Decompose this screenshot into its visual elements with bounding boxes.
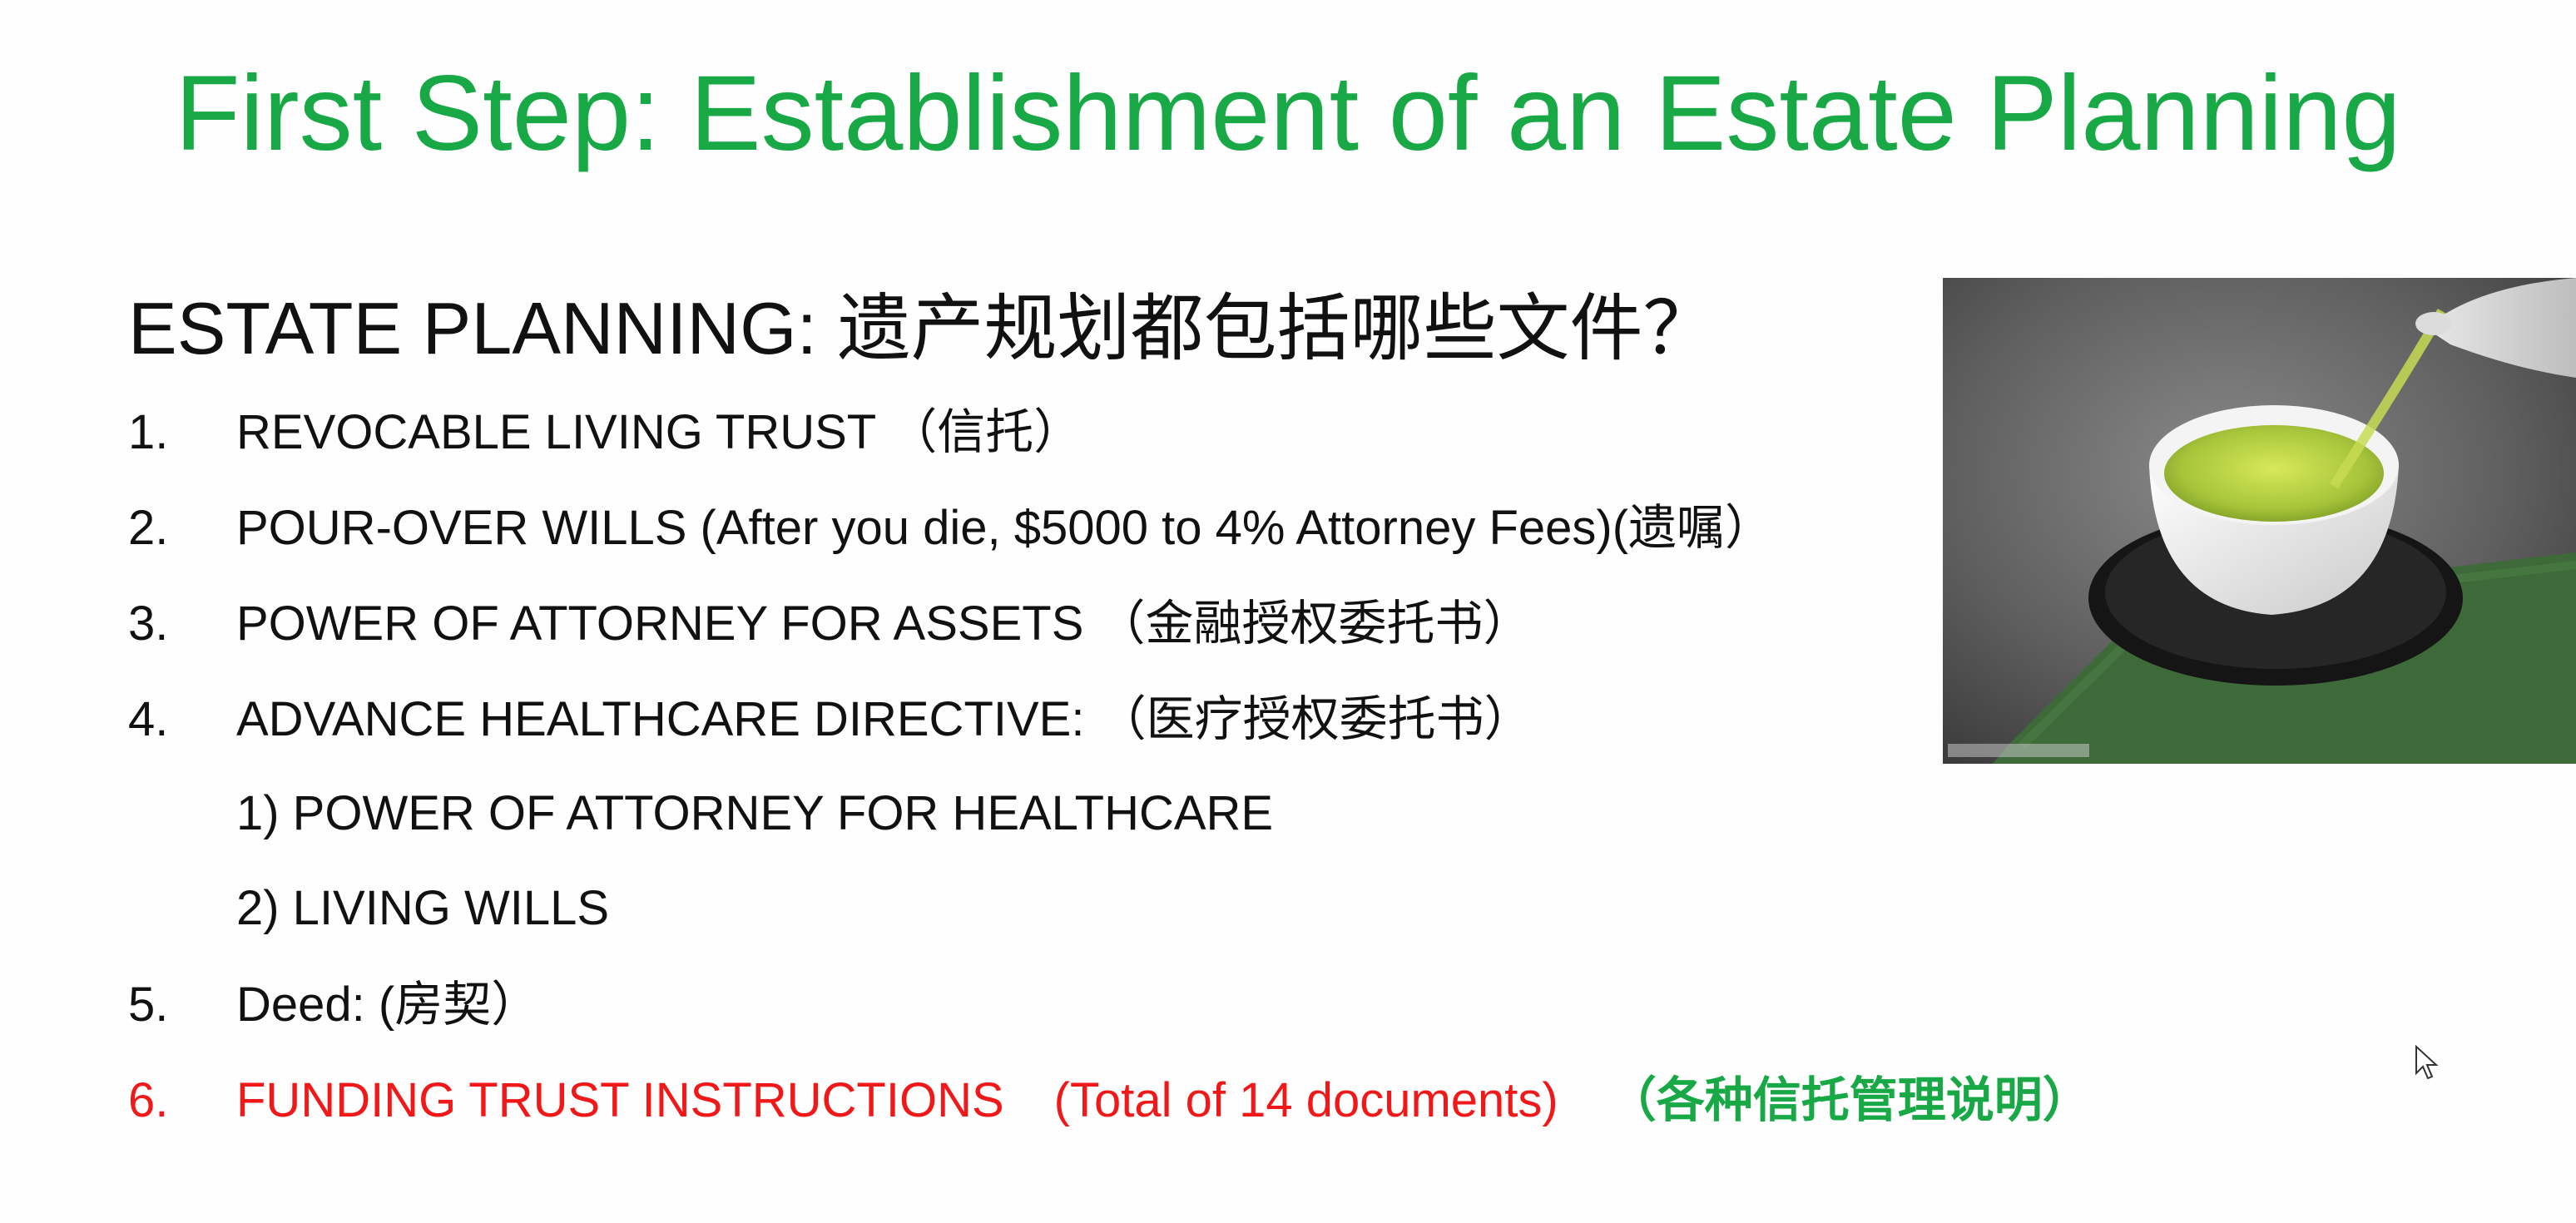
mouse-pointer-icon: [2415, 1045, 2439, 1080]
list-item-text: ADVANCE HEALTHCARE DIRECTIVE: （医疗授权委托书）: [236, 692, 1533, 746]
list-item-text: POUR-OVER WILLS (After you die, $5000 to…: [236, 501, 1774, 555]
document-total-text: (Total of 14 documents): [1053, 1073, 1558, 1127]
list-item-number: 5.: [128, 978, 169, 1032]
chinese-note-text: （各种信托管理说明）: [1608, 1073, 2091, 1127]
list-item-text: REVOCABLE LIVING TRUST （信托）: [236, 405, 1082, 459]
list-item-number: 4.: [128, 692, 169, 746]
list-subitem-text: 1) POWER OF ATTORNEY FOR HEALTHCARE: [236, 786, 1274, 840]
list-item-number: 2.: [128, 501, 169, 555]
list-item-number: 6.: [128, 1073, 169, 1127]
list-item-number: 1.: [128, 405, 169, 459]
tea-image: [1943, 278, 2576, 764]
tea-photo: [1943, 278, 2576, 764]
list-subitem-text: 2) LIVING WILLS: [236, 881, 610, 935]
slide-subtitle: ESTATE PLANNING: 遗产规划都包括哪些文件？: [128, 287, 1717, 369]
list-item-text: Deed: (房契）: [236, 978, 540, 1032]
list-item-text: POWER OF ATTORNEY FOR ASSETS （金融授权委托书）: [236, 597, 1532, 651]
funding-instructions-text: FUNDING TRUST INSTRUCTIONS: [236, 1073, 1004, 1127]
slide: First Step: Establishment of an Estate P…: [0, 0, 2576, 1223]
list-item-text: FUNDING TRUST INSTRUCTIONS (Total of 14 d…: [236, 1059, 2091, 1142]
slide-title: First Step: Establishment of an Estate P…: [175, 54, 2401, 173]
list-item-number: 3.: [128, 597, 169, 651]
